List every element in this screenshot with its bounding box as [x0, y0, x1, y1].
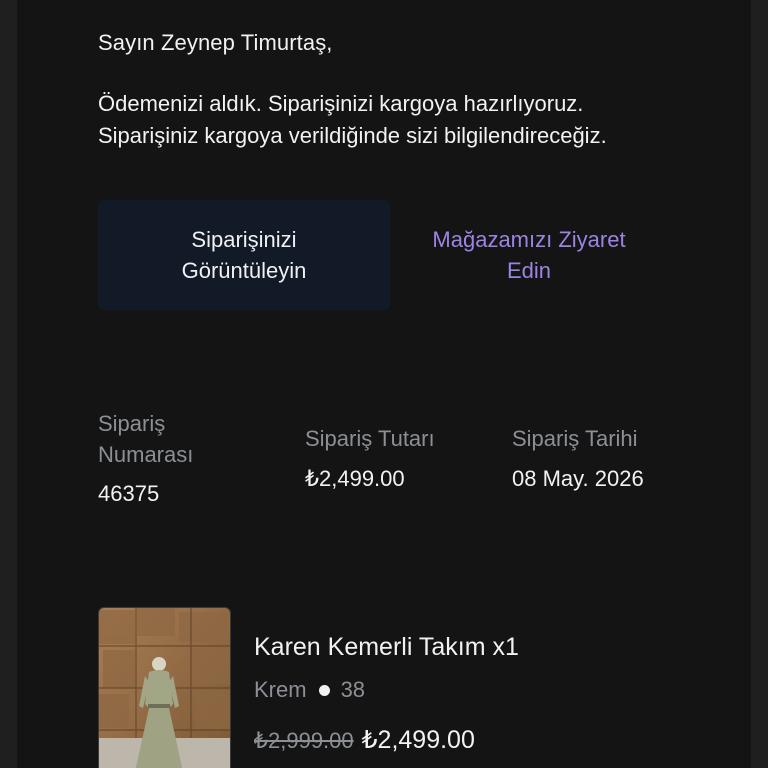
view-order-label: Siparişinizi Görüntüleyin	[181, 227, 307, 283]
current-price: ₺2,499.00	[361, 726, 475, 754]
order-number-label: Sipariş Numarası	[98, 411, 194, 467]
confirmation-message: Ödemenizi aldık. Siparişinizi kargoya ha…	[98, 88, 718, 152]
message-line-1: Ödemenizi aldık. Siparişinizi kargoya ha…	[98, 91, 584, 116]
order-total-label: Sipariş Tutarı	[305, 426, 435, 451]
message-line-2: Siparişiniz kargoya verildiğinde sizi bi…	[98, 123, 607, 148]
product-variant: Krem 38	[254, 677, 365, 703]
view-order-button[interactable]: Siparişinizi Görüntüleyin	[98, 200, 390, 310]
visit-store-link[interactable]: Mağazamızı Ziyaret Edin	[412, 200, 646, 310]
greeting-text: Sayın Zeynep Timurtaş,	[98, 30, 333, 55]
product-image[interactable]	[98, 607, 231, 768]
product-price: ₺2,999.00 ₺2,499.00	[254, 725, 475, 755]
order-date-label: Sipariş Tarihi	[512, 426, 638, 451]
email-card: Sayın Zeynep Timurtaş, Ödemenizi aldık. …	[17, 0, 751, 768]
visit-store-label: Mağazamızı Ziyaret Edin	[432, 227, 626, 283]
product-name: Karen Kemerli Takım x1	[254, 633, 519, 661]
order-date-value: 08 May. 2026	[512, 466, 644, 491]
order-total-value: ₺2,499.00	[305, 466, 405, 491]
product-size: 38	[340, 677, 366, 702]
separator-dot-icon	[318, 684, 330, 696]
product-color: Krem	[254, 677, 307, 702]
order-number-value: 46375	[98, 481, 160, 506]
old-price: ₺2,999.00	[254, 728, 354, 753]
